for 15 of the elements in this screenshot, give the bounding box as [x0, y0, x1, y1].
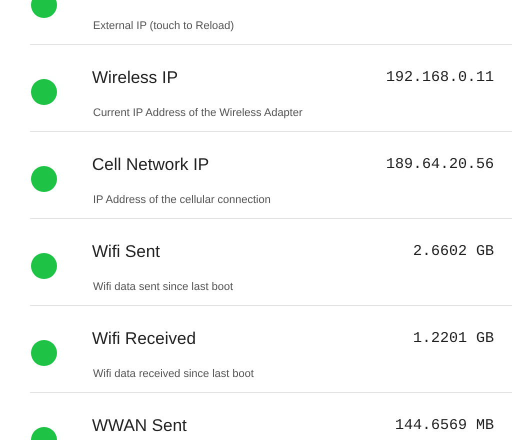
- row-title: Wifi Received: [92, 328, 196, 350]
- row-description: External IP (touch to Reload): [93, 19, 234, 34]
- row-value: 189.64.20.56: [386, 155, 494, 175]
- row-title: WWAN Sent: [92, 415, 187, 437]
- row-value: 144.6569 MB: [394, 416, 494, 436]
- row-title: Cell Network IP: [92, 154, 210, 176]
- row-value: 2.6602 GB: [412, 242, 494, 262]
- row-value: 1.2201 GB: [412, 329, 494, 349]
- row-value: 192.168.0.11: [386, 68, 494, 88]
- row-title: Wireless IP: [92, 67, 178, 89]
- row-description: IP Address of the cellular connection: [93, 193, 271, 208]
- row-title: Wifi Sent: [92, 241, 160, 263]
- row-description: Current IP Address of the Wireless Adapter: [93, 106, 303, 121]
- row-description: Wifi data sent since last boot: [93, 280, 234, 295]
- row-description: Wifi data received since last boot: [93, 367, 254, 382]
